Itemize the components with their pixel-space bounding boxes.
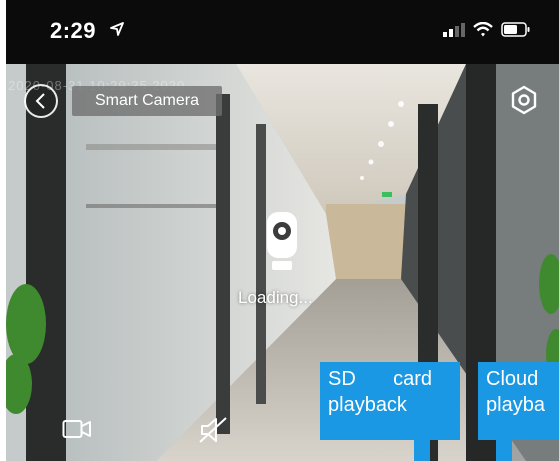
cloud-tooltip-tail — [496, 440, 512, 461]
sd-tooltip-word-2: card — [393, 368, 432, 390]
status-time: 2:29 — [50, 18, 97, 43]
video-record-icon — [62, 420, 91, 438]
status-bar: 2:29 — [6, 0, 559, 64]
signal-icon — [443, 22, 465, 42]
page-title: Smart Camera — [72, 86, 222, 116]
sd-tooltip-line-2: playback — [328, 394, 407, 416]
sd-tooltip-tail — [414, 440, 430, 461]
back-button[interactable] — [24, 84, 58, 118]
settings-icon — [511, 85, 537, 115]
mute-button[interactable] — [198, 416, 230, 449]
back-chevron-icon — [35, 93, 45, 109]
speaker-mute-icon — [199, 417, 227, 443]
settings-button[interactable] — [506, 82, 542, 118]
sd-tooltip-line-1: SD card — [328, 366, 432, 392]
camera-placeholder-icon — [265, 212, 299, 279]
status-indicators — [443, 21, 531, 42]
cloud-playback-tooltip[interactable]: Cloud playba — [478, 362, 559, 440]
wifi-icon — [473, 21, 493, 42]
cloud-tooltip-line-1: Cloud — [486, 368, 539, 390]
location-arrow-icon — [110, 22, 124, 41]
cloud-tooltip-line-2: playba — [486, 394, 545, 416]
video-record-button[interactable] — [62, 418, 92, 445]
sd-card-playback-tooltip[interactable]: SD card playback — [320, 362, 460, 440]
sd-tooltip-word-1: SD — [328, 368, 356, 390]
battery-icon — [501, 22, 531, 42]
app-screen: 2:29 2020-08-31 Smart Camera Loading... … — [6, 0, 559, 461]
loading-text: Loading... — [238, 288, 313, 307]
